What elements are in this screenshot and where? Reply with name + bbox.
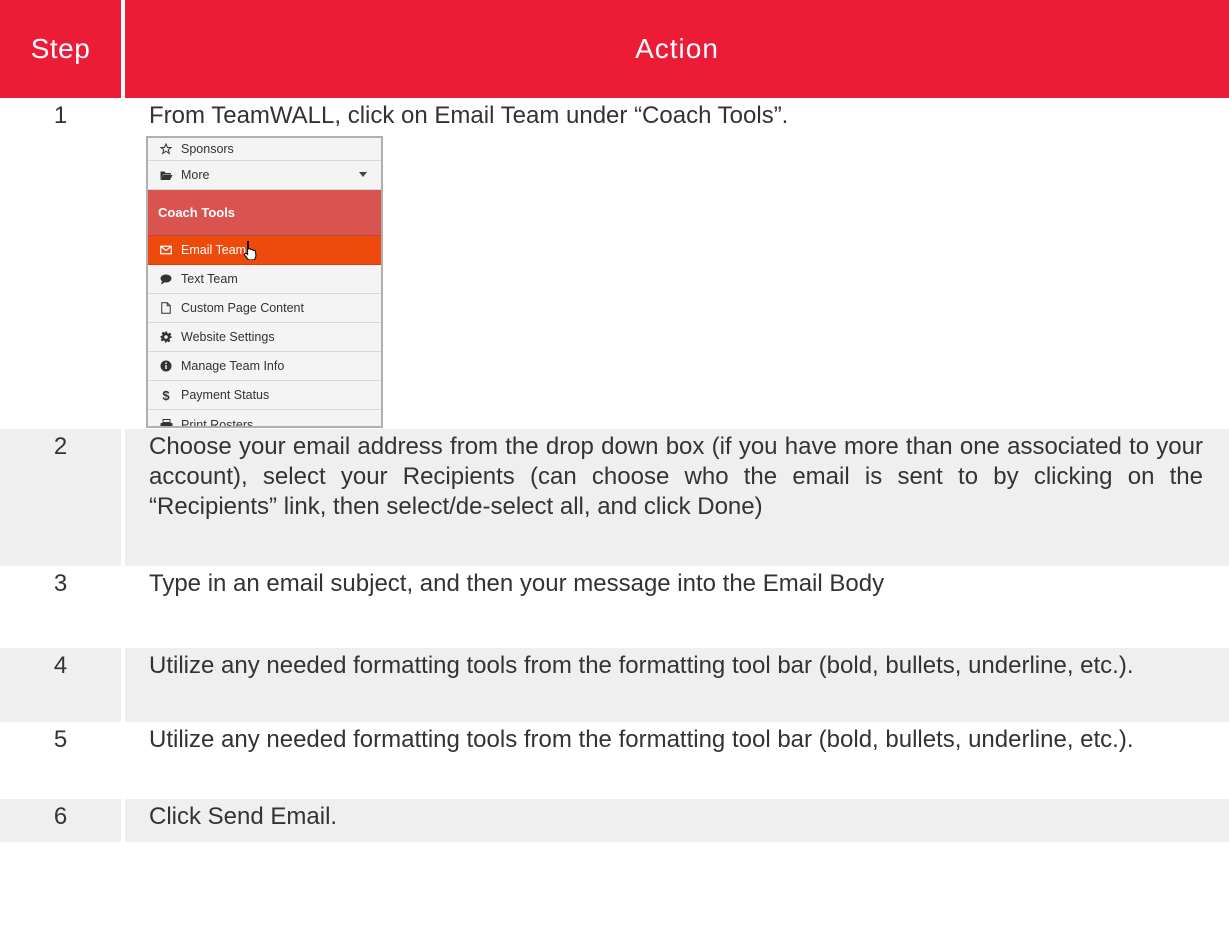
menu-item-website-settings[interactable]: Website Settings [148, 323, 381, 352]
menu-item-label: Manage Team Info [181, 359, 285, 373]
menu-item-email-team[interactable]: Email Team [148, 236, 381, 265]
envelope-icon [158, 245, 174, 255]
menu-item-text-team[interactable]: Text Team [148, 265, 381, 294]
step-text: Type in an email subject, and then your … [149, 570, 885, 597]
step-number: 4 [53, 652, 68, 679]
menu-item-custom-page-content[interactable]: Custom Page Content [148, 294, 381, 323]
comment-icon [158, 274, 174, 285]
table-header: Step Action [0, 0, 1229, 98]
cog-icon [158, 331, 174, 343]
step-number: 1 [53, 102, 68, 129]
menu-item-more[interactable]: More [148, 161, 381, 190]
menu-item-label: More [181, 168, 210, 182]
menu-item-label: Email Team [181, 243, 247, 257]
folder-open-icon [158, 170, 174, 181]
menu-item-manage-team-info[interactable]: Manage Team Info [148, 352, 381, 381]
coach-tools-menu-screenshot: Sponsors More Coach Tools Email Team Tex… [146, 136, 383, 428]
menu-item-label: Sponsors [181, 142, 234, 156]
step-text: Choose your email address from the drop … [149, 433, 1203, 520]
table-row: 4 Utilize any needed formatting tools fr… [0, 648, 1229, 722]
step-column-header: Step [30, 33, 91, 64]
step-text: Utilize any needed formatting tools from… [149, 652, 1134, 679]
info-circle-icon [158, 360, 174, 372]
print-icon [158, 418, 174, 426]
table-row: 3 Type in an email subject, and then you… [0, 566, 1229, 648]
menu-item-label: Website Settings [181, 330, 275, 344]
menu-item-print-rosters[interactable]: Print Rosters [148, 410, 381, 428]
menu-item-label: Print Rosters [181, 417, 254, 428]
table-row: 6 Click Send Email. [0, 799, 1229, 842]
dollar-icon: $ [162, 387, 170, 403]
hand-pointer-icon [242, 240, 258, 263]
step-number: 5 [53, 726, 68, 753]
step-text: Utilize any needed formatting tools from… [149, 726, 1134, 753]
star-icon [158, 143, 174, 155]
action-column-header: Action [635, 33, 719, 64]
menu-item-sponsors[interactable]: Sponsors [148, 138, 381, 161]
coach-tools-section-header: Coach Tools [148, 190, 381, 236]
file-icon [158, 302, 174, 314]
menu-item-label: Payment Status [181, 388, 270, 402]
menu-item-payment-status[interactable]: $ Payment Status [148, 381, 381, 410]
step-number: 3 [53, 570, 68, 597]
table-row: 5 Utilize any needed formatting tools fr… [0, 722, 1229, 799]
chevron-down-icon [359, 172, 367, 177]
menu-item-label: Text Team [181, 272, 238, 286]
step-number: 2 [53, 433, 68, 460]
table-row: 2 Choose your email address from the dro… [0, 429, 1229, 566]
step-number: 6 [53, 803, 68, 830]
menu-item-label: Custom Page Content [181, 301, 304, 315]
step-text: Click Send Email. [149, 803, 338, 830]
